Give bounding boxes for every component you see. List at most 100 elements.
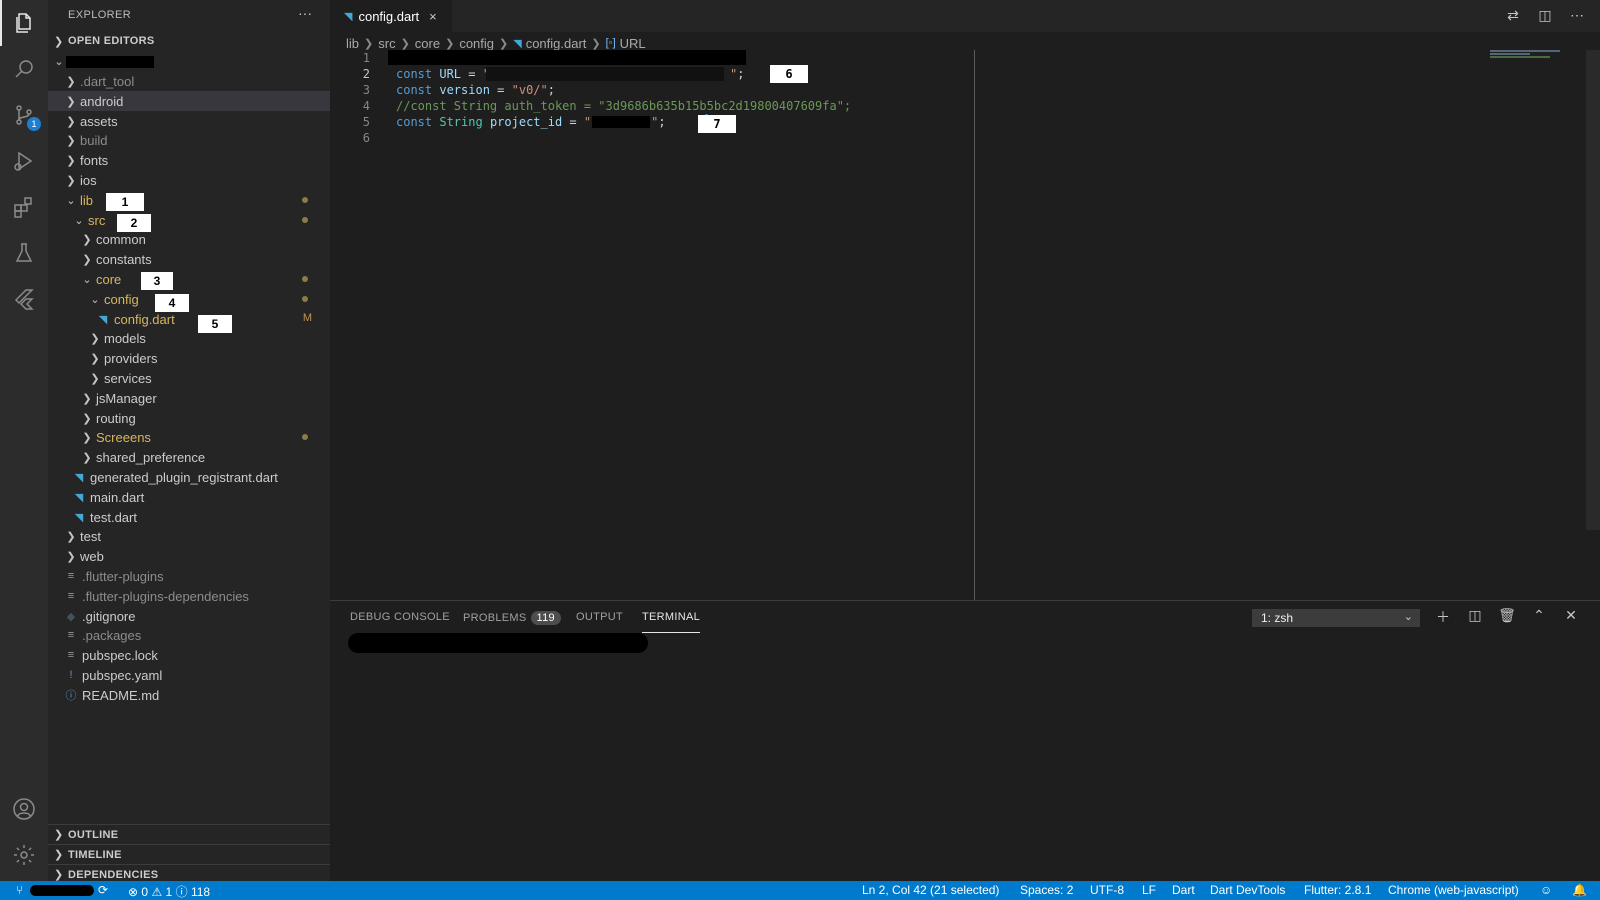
tree-file-item[interactable]: ◥ test.dart [48,507,330,527]
workspace-root-folder[interactable]: ⌄ [48,51,330,71]
tree-folder-item[interactable]: ❯ models [48,328,330,348]
maximize-panel-chevron-up-icon[interactable]: ⌃ [1530,607,1548,627]
dependencies-section[interactable]: ❯ DEPENDENCIES [48,864,330,881]
tree-file-item[interactable]: ≡ pubspec.lock [48,645,330,665]
explorer-files-icon[interactable] [0,0,48,46]
account-icon[interactable] [0,786,48,832]
chevron-right-icon: ❯ [90,352,100,365]
annotation-marker-4: 4 [155,294,189,312]
tree-folder-item[interactable]: ❯ ios [48,170,330,190]
code-editor[interactable]: 1 2 const URL = ""; 3 const version = "v… [330,50,1600,600]
chevron-right-icon: ❯ [66,95,76,108]
breadcrumb-item-core[interactable]: core [415,36,440,51]
dart-devtools[interactable]: Dart DevTools [1210,883,1285,897]
tree-file-item[interactable]: ◥ config.dart M [48,309,330,329]
tree-file-item[interactable]: ◥ main.dart [48,487,330,507]
open-editors-section[interactable]: ❯ OPEN EDITORS [48,31,330,51]
target-device[interactable]: Chrome (web-javascript) [1388,883,1519,897]
notifications-bell-icon[interactable]: 🔔 [1572,883,1587,897]
open-changes-icon[interactable]: ⇄ [1504,7,1522,24]
tree-item-label: assets [80,113,118,129]
tree-file-item[interactable]: ! pubspec.yaml [48,665,330,685]
close-panel-icon[interactable]: ✕ [1562,607,1580,627]
tree-folder-item[interactable]: ❯ Screeens [48,427,330,447]
tree-folder-item[interactable]: ❯ shared_preference [48,447,330,467]
timeline-section[interactable]: ❯ TIMELINE [48,844,330,864]
tree-folder-item[interactable]: ❯ services [48,368,330,388]
split-editor-icon[interactable]: ◫ [1536,7,1554,24]
breadcrumb-item-src[interactable]: src [378,36,395,51]
feedback-icon[interactable]: ☺ [1540,883,1552,897]
explorer-more-actions-button[interactable]: ··· [298,5,312,21]
tab-problems[interactable]: PROBLEMS 119 [463,611,561,633]
source-control-badge: 1 [27,117,41,131]
tree-file-item[interactable]: ≡ .flutter-plugins-dependencies [48,586,330,606]
terminal-select-dropdown[interactable]: 1: zsh ⌄ [1252,609,1420,627]
tree-folder-item[interactable]: ⌄ core [48,269,330,289]
tree-folder-item[interactable]: ⌄ config [48,289,330,309]
explorer-sidebar: EXPLORER ··· ❯ OPEN EDITORS ⌄ ❯ .dart_too… [48,0,330,881]
tree-folder-item[interactable]: ❯ test [48,526,330,546]
close-tab-icon[interactable]: × [429,9,437,24]
tree-folder-item[interactable]: ⌄ lib [48,190,330,210]
flutter-version[interactable]: Flutter: 2.8.1 [1304,883,1371,897]
new-terminal-plus-icon[interactable]: ＋ [1434,607,1452,627]
tab-config-dart[interactable]: ◥ config.dart × [330,0,452,32]
timeline-label: TIMELINE [68,848,122,861]
end-of-line[interactable]: LF [1142,883,1156,897]
flutter-icon[interactable] [0,276,48,322]
chevron-down-icon: ⌄ [1403,611,1413,623]
problems-summary[interactable]: ⊗ 0 ⚠ 1 ⓘ 118 [128,883,210,900]
tree-folder-item[interactable]: ❯ fonts [48,150,330,170]
tree-folder-item[interactable]: ❯ providers [48,348,330,368]
chevron-right-icon: ❯ [66,75,76,88]
editor-scrollbar[interactable] [1586,50,1600,530]
settings-gear-icon[interactable] [0,832,48,878]
tree-file-item[interactable]: ◆ .gitignore [48,606,330,626]
git-branch-icon[interactable]: ⑂ [16,883,23,897]
chevron-down-icon: ⌄ [66,194,76,207]
tree-item-label: android [80,93,124,109]
split-terminal-icon[interactable]: ◫ [1466,607,1484,627]
chevron-down-icon: ⌄ [54,55,64,68]
sync-icon[interactable]: ⟳ [98,883,108,897]
breadcrumb-item-lib[interactable]: lib [346,36,359,51]
tree-folder-item[interactable]: ❯ android [48,91,330,111]
outline-section[interactable]: ❯ OUTLINE [48,824,330,844]
breadcrumb-item-symbol[interactable]: URL [620,36,646,51]
tree-folder-item[interactable]: ❯ constants [48,249,330,269]
bottom-panel: DEBUG CONSOLE PROBLEMS 119 OUTPUT TERMINA… [330,600,1600,881]
source-control-icon[interactable]: 1 [0,92,48,138]
kill-terminal-trash-icon[interactable]: 🗑 [1498,607,1516,627]
cursor-position[interactable]: Ln 2, Col 42 (21 selected) [862,883,999,897]
testing-flask-icon[interactable] [0,230,48,276]
more-actions-icon[interactable]: ⋯ [1568,7,1586,24]
file-encoding[interactable]: UTF-8 [1090,883,1124,897]
indentation[interactable]: Spaces: 2 [1020,883,1073,897]
tab-output[interactable]: OUTPUT [576,611,623,633]
tree-file-item[interactable]: ⓘ README.md [48,685,330,705]
tree-folder-item[interactable]: ❯ web [48,546,330,566]
breadcrumb-item-file[interactable]: config.dart [526,36,587,51]
tree-folder-item[interactable]: ❯ .dart_tool [48,71,330,91]
error-count: 0 [141,885,149,899]
tree-folder-item[interactable]: ❯ jsManager [48,388,330,408]
tree-file-item[interactable]: ≡ .flutter-plugins [48,566,330,586]
breadcrumb-item-config[interactable]: config [459,36,494,51]
minimap[interactable] [1488,50,1588,60]
tab-terminal[interactable]: TERMINAL [642,611,701,633]
search-icon[interactable] [0,46,48,92]
extensions-icon[interactable] [0,184,48,230]
tree-file-item[interactable]: ◥ generated_plugin_registrant.dart [48,467,330,487]
tree-item-label: .flutter-plugins [82,568,164,584]
tree-folder-item[interactable]: ❯ build [48,130,330,150]
run-debug-icon[interactable] [0,138,48,184]
language-mode[interactable]: Dart [1172,883,1195,897]
tree-folder-item[interactable]: ❯ routing [48,408,330,428]
tree-folder-item[interactable]: ⌄ src [48,210,330,230]
tree-item-label: test [80,528,101,544]
tree-folder-item[interactable]: ❯ common [48,229,330,249]
tab-debug-console[interactable]: DEBUG CONSOLE [350,611,450,633]
tree-folder-item[interactable]: ❯ assets [48,111,330,131]
tree-file-item[interactable]: ≡ .packages [48,625,330,645]
